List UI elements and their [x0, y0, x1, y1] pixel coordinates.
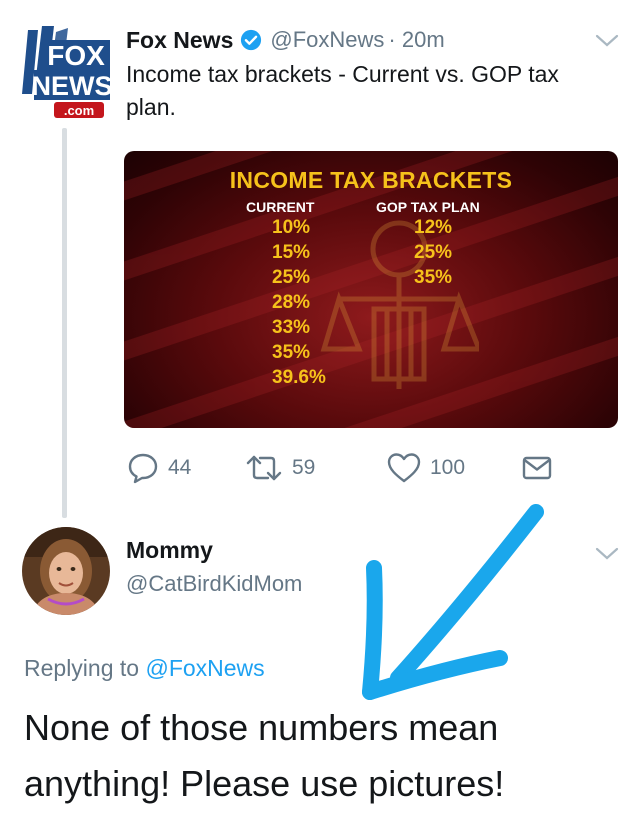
like-count: 100: [430, 456, 466, 479]
logo-news-text: NEWS: [32, 71, 113, 101]
author-handle[interactable]: @FoxNews: [270, 27, 384, 53]
reply-count: 44: [168, 456, 192, 479]
chevron-down-icon[interactable]: [594, 545, 620, 563]
replying-to-mention[interactable]: @FoxNews: [145, 655, 264, 681]
current-rate: 10%: [272, 217, 311, 238]
gop-rate: 12%: [414, 217, 453, 238]
logo-com-text: .com: [64, 103, 94, 118]
chevron-down-icon[interactable]: [594, 32, 620, 50]
reply-author-avatar[interactable]: [22, 527, 110, 615]
reply-author-handle[interactable]: @CatBirdKidMom: [126, 571, 302, 597]
current-rate: 28%: [272, 292, 311, 313]
author-name[interactable]: Fox News: [126, 27, 233, 54]
retweet-button[interactable]: 59: [244, 450, 315, 486]
current-rate: 15%: [272, 242, 311, 263]
tweet-timestamp[interactable]: · 20m: [388, 27, 444, 53]
irs-seal-watermark: [320, 220, 479, 389]
current-rate: 35%: [272, 342, 311, 363]
current-rate: 25%: [272, 267, 311, 288]
arrow-annotation: [362, 504, 544, 700]
logo-fox-text: FOX: [47, 40, 105, 71]
fox-logo-mark: FOX NEWS .com: [22, 26, 113, 118]
retweet-icon: [246, 455, 282, 481]
reply-icon: [128, 453, 158, 484]
reply-author-name[interactable]: Mommy: [126, 537, 213, 564]
fox-news-avatar[interactable]: FOX NEWS .com: [20, 24, 113, 122]
thread-connector-line: [62, 128, 67, 518]
gop-column-header: GOP TAX PLAN: [376, 199, 480, 215]
current-rate: 33%: [272, 317, 311, 338]
reply-button[interactable]: 44: [126, 450, 191, 486]
replying-prefix: Replying to: [24, 655, 140, 681]
gop-rate: 35%: [414, 267, 453, 288]
tweet-media-image[interactable]: INCOME TAX BRACKETS CURRENT GOP TAX PLAN…: [124, 151, 618, 428]
tweet-text: Income tax brackets - Current vs. GOP ta…: [126, 61, 559, 120]
replying-to-line: Replying to @FoxNews: [24, 655, 265, 682]
gop-rate: 25%: [414, 242, 453, 263]
verified-icon: [241, 29, 262, 51]
retweet-count: 59: [292, 456, 316, 479]
current-column-header: CURRENT: [246, 199, 315, 215]
current-rate: 39.6%: [272, 367, 326, 388]
avatar-photo: [22, 527, 110, 615]
media-title: INCOME TAX BRACKETS: [229, 167, 513, 193]
tweet-header: Fox News @FoxNews · 20m: [126, 22, 445, 58]
